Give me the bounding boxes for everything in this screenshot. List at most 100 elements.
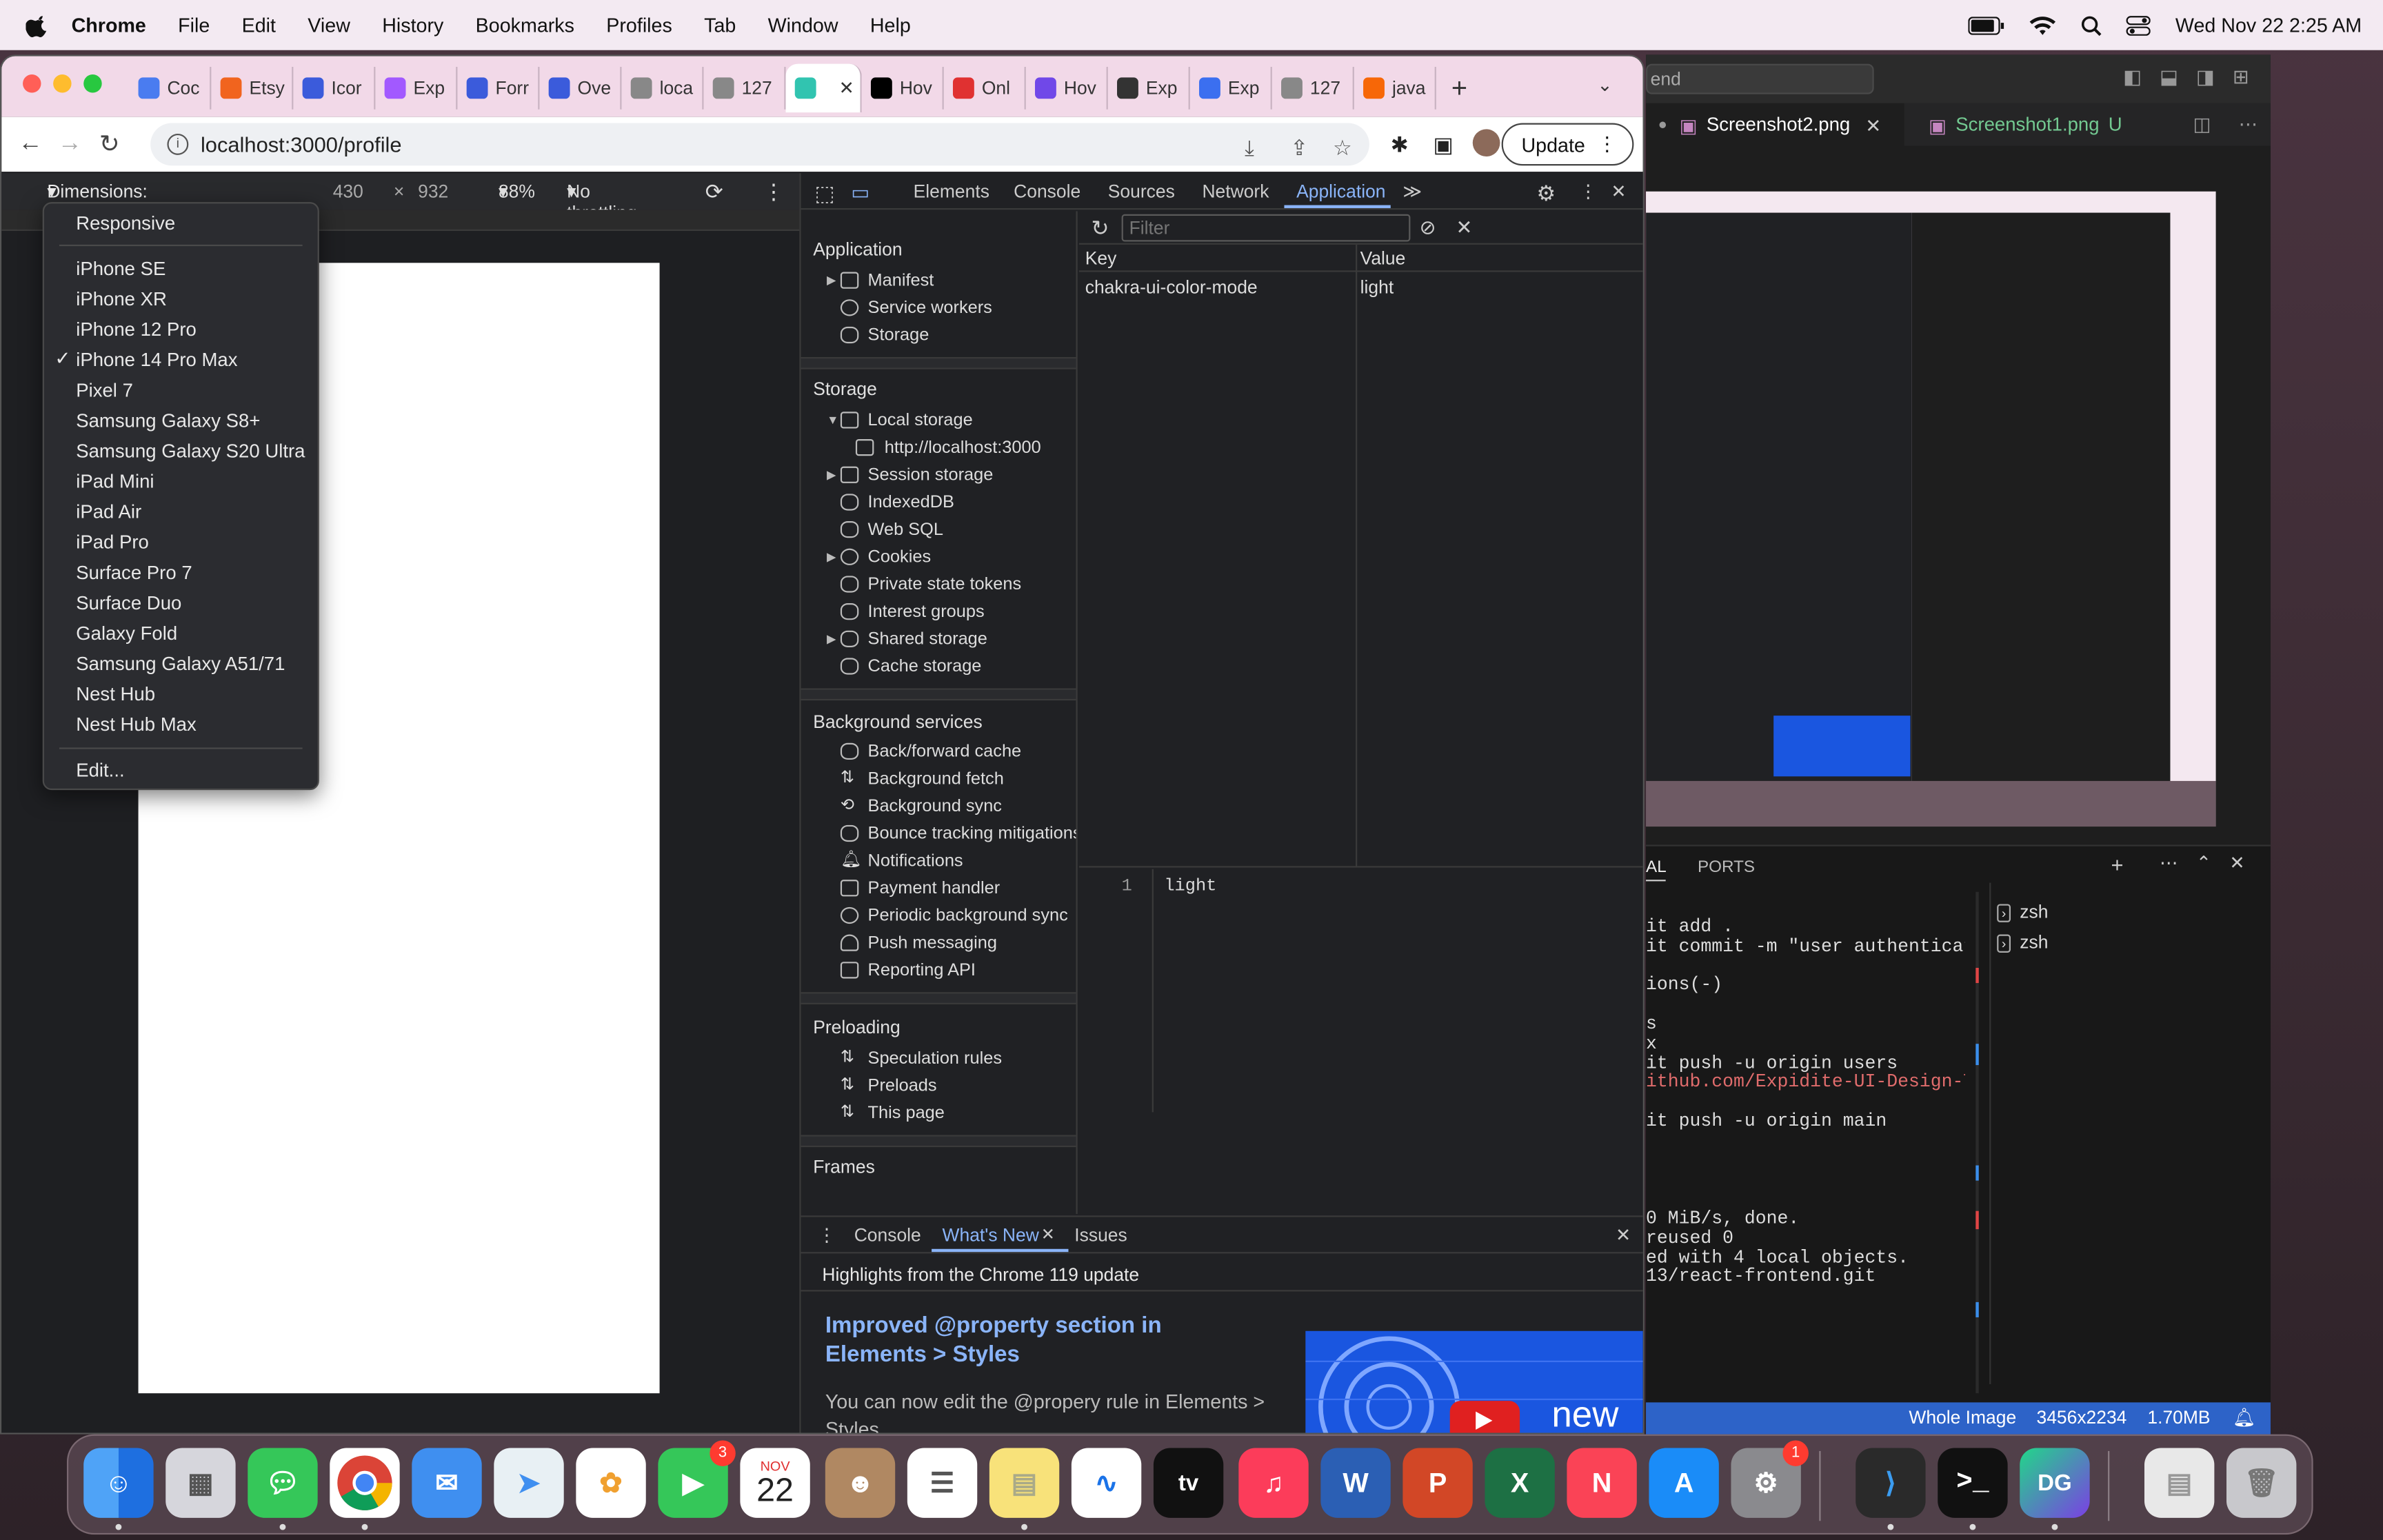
sidebar-item-session-storage[interactable]: ▶ Session storage (827, 463, 993, 487)
column-header-key[interactable]: Key (1085, 247, 1117, 269)
drawer-tab-whats-new[interactable]: What's New (943, 1225, 1039, 1246)
device-option[interactable]: iPhone 12 Pro (76, 316, 197, 343)
apple-tv-app-icon[interactable]: tv (1153, 1448, 1224, 1518)
launchpad-app-icon[interactable]: ▦ (165, 1448, 236, 1518)
toggle-sidebar-icon[interactable]: ◧ (2123, 65, 2142, 90)
tab-network[interactable]: Network (1202, 181, 1269, 202)
whats-new-video-thumbnail[interactable]: new (1305, 1330, 1643, 1433)
terminal-app-icon[interactable]: >_ (1938, 1448, 2008, 1530)
device-toggle-icon[interactable]: ▭ (851, 181, 869, 205)
drawer-tab-issues[interactable]: Issues (1074, 1225, 1127, 1246)
control-center-icon[interactable] (2126, 14, 2151, 36)
excel-app-icon[interactable]: X (1485, 1448, 1555, 1518)
editor-tab-screenshot2[interactable]: ● ▣ Screenshot2.png ✕ (1646, 103, 1904, 146)
facetime-app-icon[interactable]: ▶ 3 (658, 1440, 736, 1518)
sidebar-item-this-page[interactable]: ⇅ This page (841, 1102, 945, 1126)
collapse-arrow-icon[interactable]: ▼ (827, 409, 838, 433)
tab-search-chevron-icon[interactable]: ⌄ (1597, 74, 1612, 96)
browser-tab[interactable]: java (1354, 66, 1436, 110)
calendar-app-icon[interactable]: NOV 22 (740, 1448, 810, 1518)
sidebar-item-background-fetch[interactable]: ⇅ Background fetch (841, 767, 1004, 791)
browser-tab[interactable]: Etsy (211, 66, 294, 110)
menu-app-chrome[interactable]: Chrome (72, 14, 146, 37)
table-row[interactable]: chakra-ui-color-mode light (1079, 274, 1643, 301)
notifications-bell-icon[interactable]: 🔔︎ (2233, 1407, 2256, 1428)
device-option[interactable]: Samsung Galaxy A51/71 (76, 650, 285, 678)
terminal-item[interactable]: › zsh (1997, 931, 2048, 953)
news-app-icon[interactable]: N (1567, 1448, 1637, 1518)
side-panel-icon[interactable]: ▣ (1433, 132, 1453, 158)
terminal-output[interactable]: it add . it commit -m "user authenticati i… (1646, 916, 1965, 1402)
sidebar-item-bounce-tracking[interactable]: Bounce tracking mitigations (840, 822, 1076, 846)
customize-layout-icon[interactable]: ⊞ (2233, 65, 2249, 90)
notes-app-icon[interactable]: ▤ (989, 1448, 1060, 1530)
reminders-app-icon[interactable]: ☰ (907, 1448, 978, 1518)
maximize-panel-icon[interactable]: ⌃ (2196, 853, 2211, 874)
browser-tab[interactable]: Hov (1026, 66, 1108, 110)
maps-app-icon[interactable]: ➤ (494, 1448, 564, 1518)
device-option-responsive[interactable]: Responsive (76, 210, 175, 237)
browser-tab[interactable]: Ove (539, 66, 622, 110)
device-option[interactable]: Pixel 7 (76, 377, 133, 405)
menu-history[interactable]: History (382, 14, 443, 37)
browser-tab[interactable]: 127 (1272, 66, 1354, 110)
close-tab-icon[interactable]: ✕ (839, 77, 854, 99)
feature-title-link[interactable]: Improved @property section in Elements >… (825, 1311, 1236, 1369)
battery-icon[interactable] (1969, 16, 2005, 34)
menu-edit[interactable]: Edit (242, 14, 276, 37)
expand-arrow-icon[interactable]: ▶ (827, 627, 836, 651)
device-option[interactable]: iPhone XR (76, 285, 167, 313)
device-width-input[interactable]: 430 (333, 181, 363, 202)
sidebar-item-shared-storage[interactable]: ▶ Shared storage (827, 627, 987, 651)
contacts-app-icon[interactable]: ☻ (825, 1448, 896, 1518)
address-bar[interactable]: i localhost:3000/profile ⤓ ⇪ ☆ (150, 123, 1369, 166)
wifi-icon[interactable] (2029, 14, 2057, 36)
menu-bookmarks[interactable]: Bookmarks (476, 14, 574, 37)
dimensions-dropdown[interactable]: Dimensions: iPhone 14 Pro Max ▾ (47, 181, 148, 245)
sidebar-item-notifications[interactable]: 🔔︎ Notifications (841, 849, 963, 873)
menu-view[interactable]: View (308, 14, 350, 37)
drawer-menu-icon[interactable]: ⋮ (818, 1225, 836, 1246)
spotlight-search-icon[interactable] (2081, 14, 2102, 36)
extensions-puzzle-icon[interactable]: ✱ (1391, 132, 1409, 158)
device-option[interactable]: iPad Pro (76, 529, 149, 556)
device-option[interactable]: Nest Hub (76, 680, 155, 708)
devtools-close-icon[interactable]: ✕ (1611, 181, 1626, 202)
screenshot-thumbnail[interactable] (1646, 191, 2216, 827)
device-option[interactable]: Surface Pro 7 (76, 559, 192, 587)
drawer-tab-console[interactable]: Console (854, 1225, 921, 1246)
new-tab-icon[interactable]: + (1451, 72, 1467, 104)
device-option[interactable]: iPad Mini (76, 468, 154, 496)
status-view-mode[interactable]: Whole Image (1909, 1407, 2016, 1428)
browser-tab[interactable]: Onl (944, 66, 1026, 110)
trash-icon[interactable]: 🗑︎ (2226, 1448, 2297, 1518)
chrome-app-icon[interactable] (330, 1448, 400, 1530)
toggle-secondary-sidebar-icon[interactable]: ◨ (2196, 65, 2215, 90)
close-window-button[interactable] (23, 74, 41, 93)
browser-tab[interactable]: Forr (457, 66, 540, 110)
zoom-window-button[interactable] (83, 74, 102, 93)
browser-tab[interactable]: Exp (375, 66, 458, 110)
sidebar-item-cache-storage[interactable]: Cache storage (840, 655, 981, 679)
device-option[interactable]: iPhone 14 Pro Max (76, 347, 237, 374)
site-info-icon[interactable]: i (167, 133, 189, 155)
sidebar-item-push-messaging[interactable]: Push messaging (840, 931, 997, 955)
menu-tab[interactable]: Tab (704, 14, 736, 37)
devtools-more-icon[interactable]: ⋮ (1579, 181, 1597, 202)
sidebar-item-manifest[interactable]: ▶ Manifest (827, 269, 934, 293)
menubar-clock[interactable]: Wed Nov 22 2:25 AM (2175, 14, 2362, 37)
system-settings-app-icon[interactable]: ⚙ 1 (1731, 1440, 1809, 1518)
sidebar-item-interest-groups[interactable]: Interest groups (840, 600, 985, 625)
new-terminal-icon[interactable]: + (2111, 853, 2123, 877)
messages-app-icon[interactable]: 💬︎ (248, 1448, 318, 1530)
browser-tab[interactable]: Coc (129, 66, 212, 110)
apple-logo-icon[interactable] (26, 13, 50, 37)
share-icon[interactable]: ⇪ (1290, 135, 1308, 161)
sidebar-item-payment-handler[interactable]: Payment handler (840, 877, 1000, 901)
browser-tab[interactable]: Hov (862, 66, 944, 110)
browser-tab[interactable]: Icor (293, 66, 376, 110)
forward-arrow-icon[interactable]: → (50, 131, 90, 159)
device-option[interactable]: Surface Duo (76, 589, 181, 617)
clear-all-icon[interactable]: ⊘ (1420, 216, 1436, 240)
menu-profiles[interactable]: Profiles (606, 14, 672, 37)
